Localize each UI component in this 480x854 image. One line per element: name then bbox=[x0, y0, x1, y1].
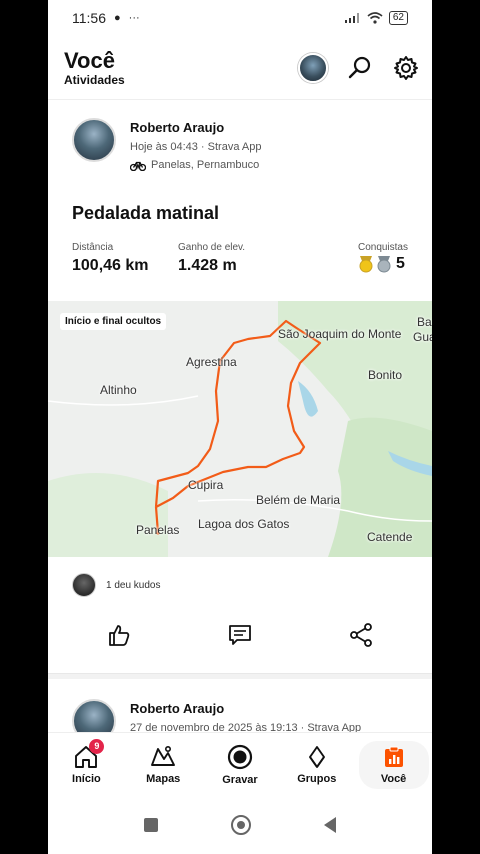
nav-label: Início bbox=[72, 772, 101, 785]
bottom-navigation: 9 Início Mapas Gravar Grupos Você bbox=[48, 732, 432, 796]
comment-button[interactable] bbox=[226, 621, 254, 649]
signal-icon bbox=[344, 13, 359, 23]
profile-avatar[interactable] bbox=[298, 52, 328, 83]
bike-icon bbox=[130, 161, 146, 171]
stat-label: Ganho de elev. bbox=[178, 242, 246, 253]
more-notifications-icon: ··· bbox=[128, 12, 140, 24]
town-label: Agrestina bbox=[186, 355, 237, 369]
app-screen: 11:56 ● ··· 62 Você Atividades Roberto A… bbox=[48, 0, 432, 854]
nav-label: Grupos bbox=[297, 772, 337, 785]
notification-badge: 9 bbox=[89, 738, 105, 754]
stat-label: Conquistas bbox=[357, 242, 408, 253]
you-icon bbox=[384, 746, 403, 767]
town-label: São Joaquim do Monte bbox=[278, 327, 402, 341]
athlete-name[interactable]: Roberto Araujo bbox=[130, 120, 261, 135]
location-label: Panelas, Pernambuco bbox=[151, 159, 260, 171]
wifi-icon bbox=[367, 12, 383, 24]
search-icon bbox=[348, 56, 371, 78]
system-navigation bbox=[48, 796, 432, 854]
page-header: Você Atividades bbox=[48, 36, 432, 100]
town-label: Catende bbox=[367, 530, 413, 544]
stat-distance: Distância 100,46 km bbox=[72, 242, 178, 275]
kudos-row[interactable]: 1 deu kudos bbox=[48, 557, 432, 597]
stat-value: 1.428 m bbox=[178, 257, 237, 274]
town-label: Gua bbox=[413, 330, 432, 344]
town-label: Altinho bbox=[100, 383, 137, 397]
settings-button[interactable] bbox=[392, 54, 420, 82]
stat-label: Distância bbox=[72, 242, 114, 253]
recents-button[interactable] bbox=[144, 818, 159, 832]
nav-groups[interactable]: Grupos bbox=[282, 745, 352, 785]
activity-actions bbox=[48, 597, 432, 673]
kudos-avatar bbox=[72, 573, 96, 597]
town-label: Ba bbox=[417, 315, 432, 329]
record-icon bbox=[227, 744, 253, 769]
back-button[interactable] bbox=[323, 817, 336, 833]
town-label: Bonito bbox=[368, 368, 403, 382]
comment-icon bbox=[229, 625, 251, 645]
map-icon bbox=[151, 745, 176, 766]
stat-value: 100,46 km bbox=[72, 257, 149, 274]
athlete-avatar[interactable] bbox=[72, 118, 116, 162]
share-button[interactable] bbox=[347, 621, 375, 649]
activity-card[interactable]: Roberto Araujo Hoje às 04:43 · Strava Ap… bbox=[48, 100, 432, 275]
kudos-count: 1 deu kudos bbox=[106, 579, 161, 591]
activity-stats: Distância 100,46 km Ganho de elev. 1.428… bbox=[72, 242, 408, 275]
status-bar: 11:56 ● ··· 62 bbox=[48, 0, 432, 36]
town-label: Lagoa dos Gatos bbox=[198, 517, 290, 531]
nav-maps[interactable]: Mapas bbox=[128, 745, 198, 785]
thumbs-up-icon bbox=[108, 625, 129, 646]
kudos-button[interactable] bbox=[105, 621, 133, 649]
gold-medal-icon bbox=[359, 256, 373, 273]
stat-elevation: Ganho de elev. 1.428 m bbox=[178, 242, 284, 275]
nav-label: Mapas bbox=[146, 772, 181, 785]
chat-notification-icon: ● bbox=[114, 12, 121, 24]
share-icon bbox=[350, 623, 373, 647]
town-label: Panelas bbox=[136, 523, 180, 537]
home-system-button[interactable] bbox=[230, 815, 251, 835]
achievement-count: 5 bbox=[395, 255, 405, 272]
nav-record[interactable]: Gravar bbox=[205, 744, 275, 786]
activity-title[interactable]: Pedalada matinal bbox=[72, 203, 408, 224]
town-label: Cupira bbox=[188, 478, 224, 492]
route-map[interactable]: Início e final ocultos São Joaquim do Mo… bbox=[48, 301, 432, 557]
silver-medal-icon bbox=[377, 256, 391, 273]
athlete-name[interactable]: Roberto Araujo bbox=[130, 701, 361, 716]
battery-indicator: 62 bbox=[388, 11, 408, 25]
search-button[interactable] bbox=[346, 54, 374, 82]
activity-location: Panelas, Pernambuco bbox=[130, 159, 261, 171]
town-label: Belém de Maria bbox=[256, 493, 341, 507]
activity-meta: Hoje às 04:43 · Strava App bbox=[130, 141, 262, 153]
gear-icon bbox=[394, 55, 418, 80]
page-title: Você bbox=[64, 47, 115, 73]
nav-label: Gravar bbox=[222, 773, 258, 786]
nav-home[interactable]: 9 Início bbox=[51, 738, 121, 785]
nav-you[interactable]: Você bbox=[358, 740, 429, 789]
page-subtitle: Atividades bbox=[64, 72, 125, 87]
privacy-badge: Início e final ocultos bbox=[60, 313, 167, 330]
stat-achievements: Conquistas 5 bbox=[358, 242, 408, 275]
groups-icon bbox=[308, 745, 325, 768]
athlete-header: Roberto Araujo Hoje às 04:43 · Strava Ap… bbox=[72, 118, 408, 171]
nav-label: Você bbox=[380, 772, 407, 785]
clock: 11:56 bbox=[72, 10, 106, 26]
